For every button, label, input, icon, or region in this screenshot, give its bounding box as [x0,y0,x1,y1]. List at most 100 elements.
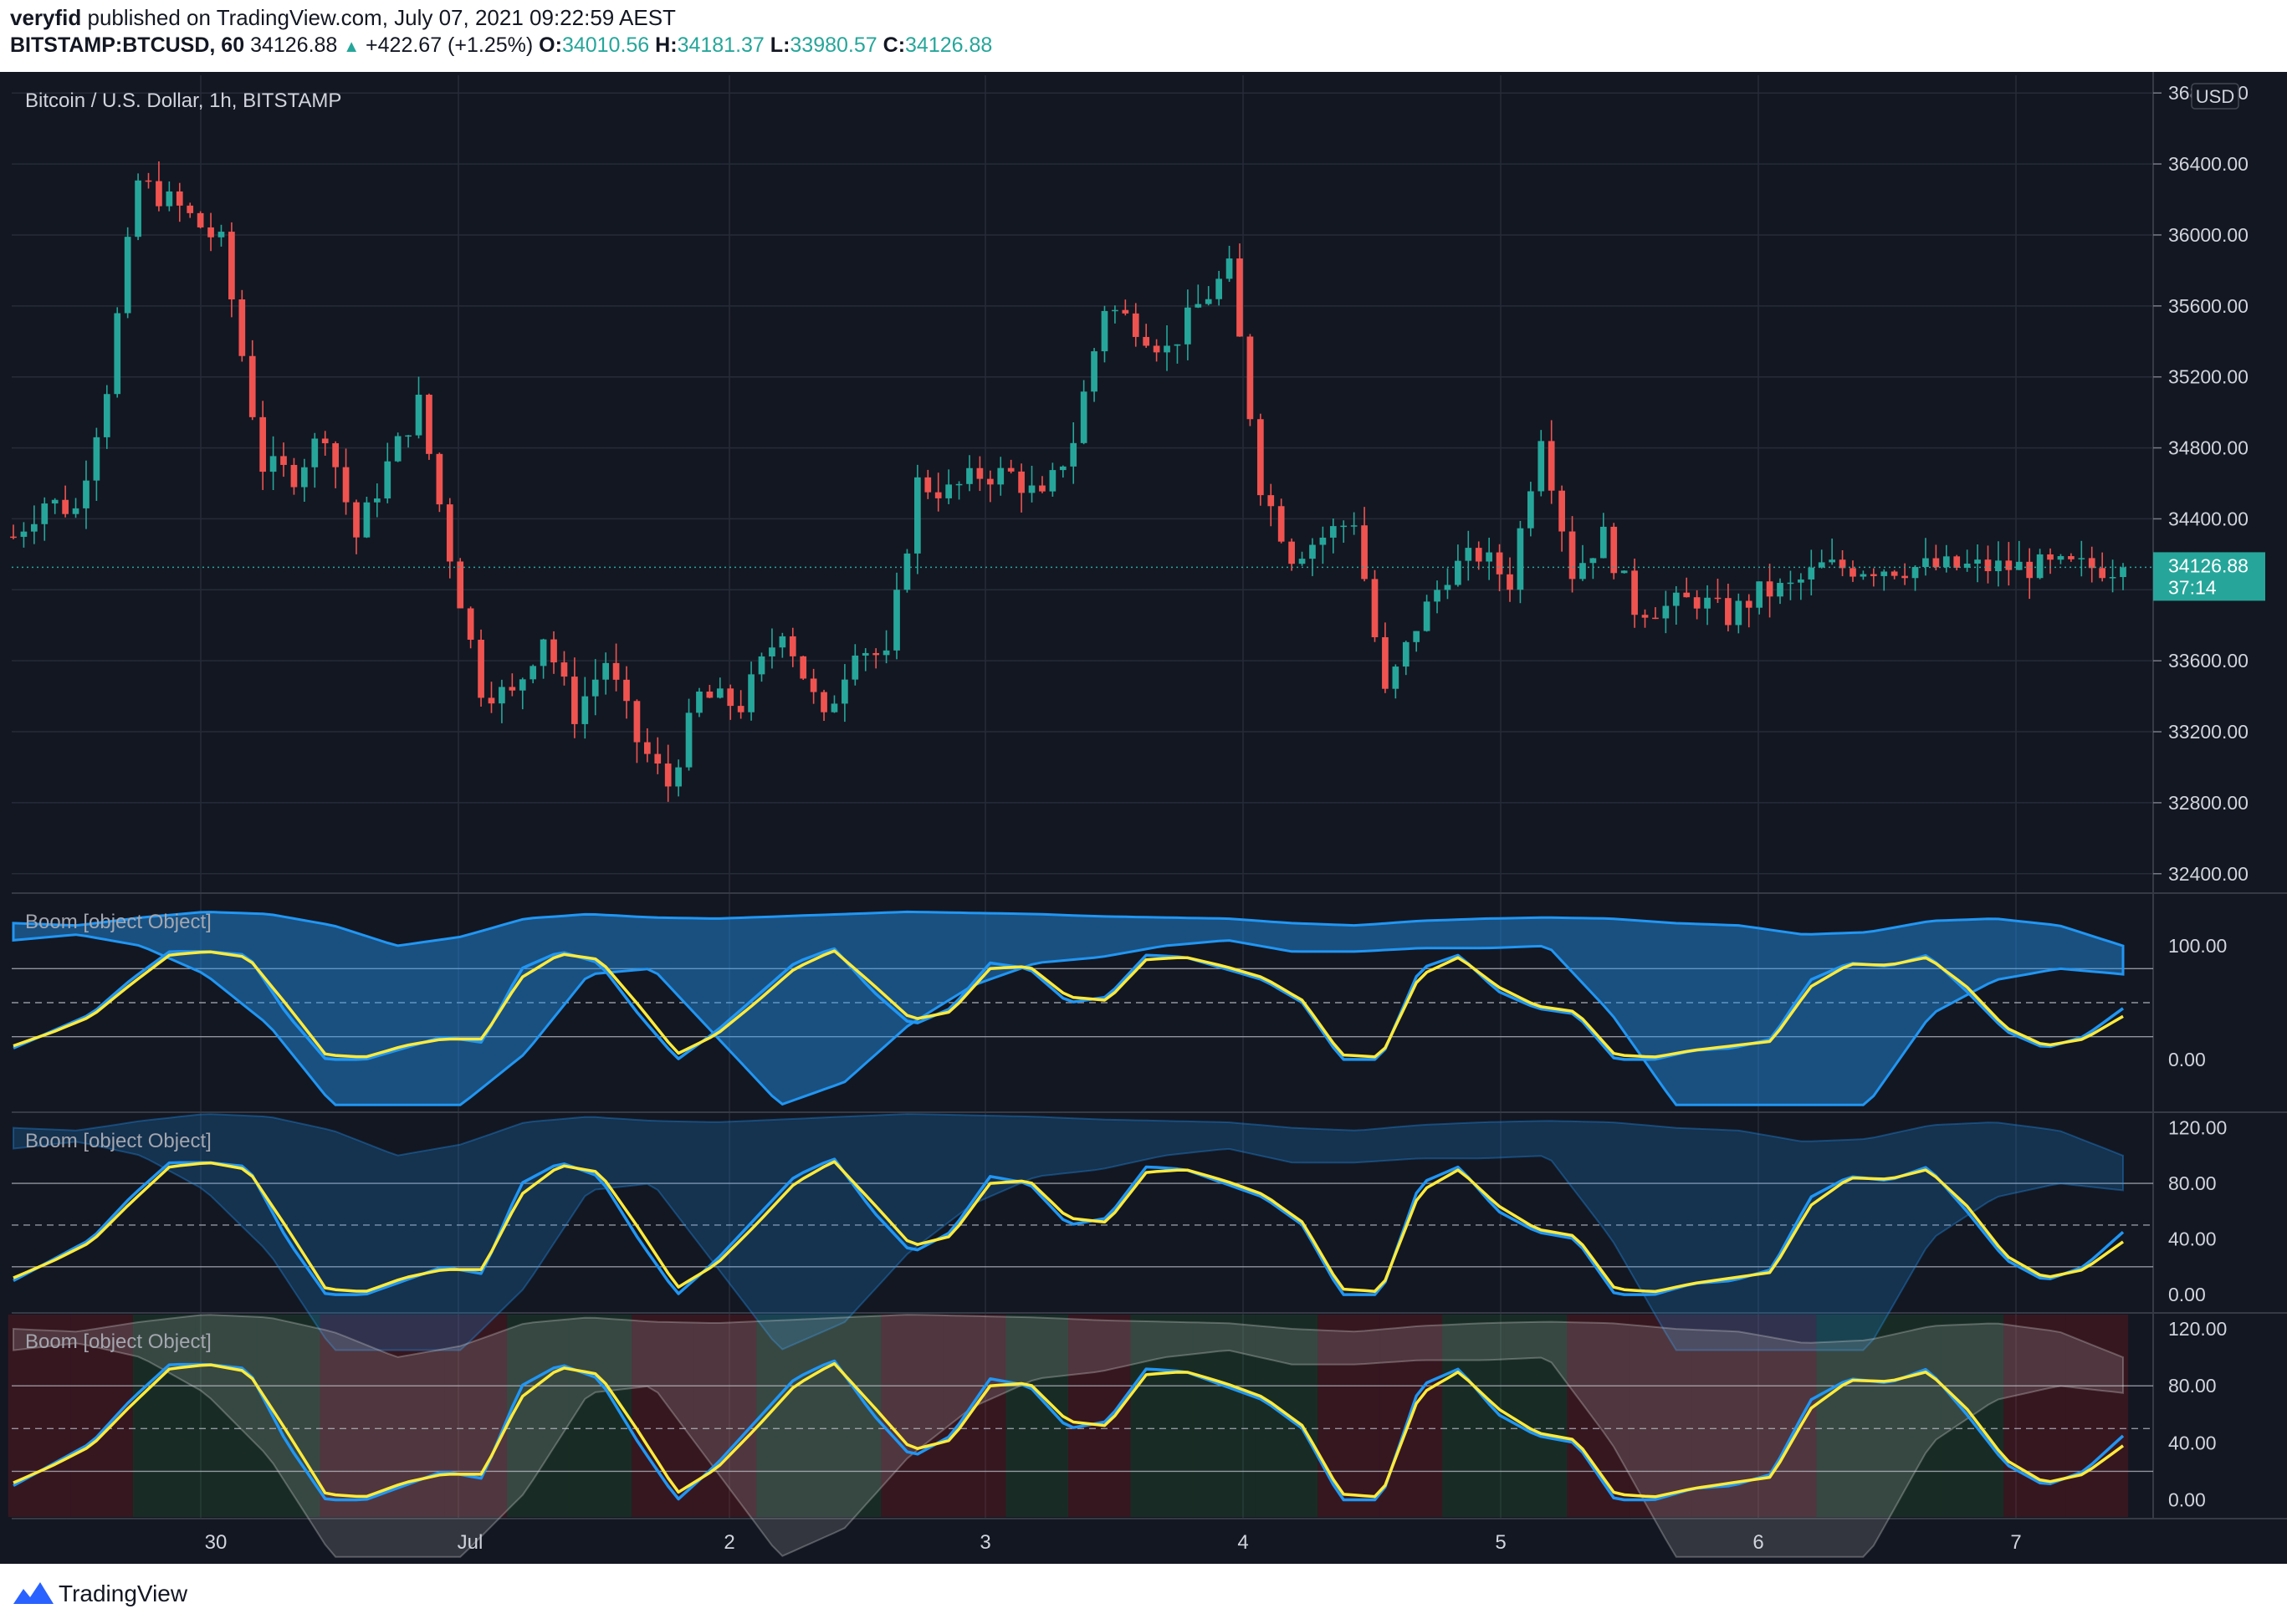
candle-body [197,212,204,227]
indicator-tick-label: 100.00 [2168,935,2227,957]
candle-body [1091,351,1097,392]
chart-header: veryfid published on TradingView.com, Ju… [0,0,2287,72]
indicator-tick-label: 80.00 [2168,1375,2217,1397]
candle-body [530,666,537,680]
indicator-tick-label: 0.00 [2168,1284,2206,1305]
candle-body [1911,567,1919,579]
published-text: published on TradingView.com, July 07, 2… [87,5,676,30]
low-value: 33980.57 [790,33,877,57]
candle-body [228,232,235,300]
chart-area[interactable]: 36800.0036400.0036000.0035600.0035200.00… [0,72,2287,1564]
candle-body [488,697,495,704]
candle-body [1652,617,1659,620]
candle-body [685,712,693,768]
candle-body [2015,561,2023,570]
candle-body [706,691,714,698]
candle-body [1080,391,1087,443]
open-value: 34010.56 [561,33,650,57]
candle-body [519,679,526,691]
candle-body [1777,583,1783,597]
candle-body [467,608,474,641]
candle-body [363,502,371,538]
close-value: 34126.88 [905,33,993,57]
publisher-name[interactable]: veryfid [10,5,81,30]
candle-body [176,191,183,206]
candle-body [1319,537,1327,545]
candle-body [591,679,599,697]
candle-body [248,355,256,417]
last-price: 34126.88 [250,33,338,57]
indicator-tick-label: 0.00 [2168,1489,2206,1511]
candle-body [384,461,391,499]
candle-body [426,394,432,454]
candle-body [1527,491,1534,529]
candle-body [2057,556,2064,560]
candle-body [2068,556,2075,559]
candle-body [30,523,38,532]
candle-body [2005,560,2013,570]
candle-body [769,647,775,656]
candle-body [2120,567,2126,578]
candle-body [1195,304,1202,308]
candle-body [1901,575,1908,579]
candle-body [2078,558,2085,559]
candle-body [1890,571,1898,576]
high-value: 34181.37 [677,33,765,57]
indicator-tick-label: 120.00 [2168,1117,2227,1139]
candle-body [1756,581,1763,608]
close-label: C: [883,33,906,57]
candle-body [976,467,984,479]
tradingview-brand[interactable]: TradingView [59,1581,187,1607]
time-tick-label: Jul [458,1531,483,1554]
candle-body [135,180,141,237]
ohlc-line: BITSTAMP:BTCUSD, 60 34126.88 ▲ +422.67 (… [10,33,992,58]
time-tick-label: 6 [1752,1531,1763,1554]
candle-body [1548,441,1555,491]
price-tick-label: 34400.00 [2168,508,2249,529]
price-change: +422.67 (+1.25%) [366,33,534,57]
candle-body [321,438,329,444]
candle-body [1246,336,1254,420]
candle-body [748,674,755,712]
candle-body [1599,526,1607,559]
candle-body [550,639,557,663]
candle-body [207,227,214,237]
high-label: H: [655,33,678,57]
price-tick-label: 35600.00 [2168,295,2249,317]
candle-body [20,531,28,537]
candle-body [810,678,817,692]
candle-body [1974,559,1981,564]
candle-body [986,478,994,485]
candle-body [2047,554,2054,560]
candle-body [51,499,59,504]
candle-body [301,467,308,488]
candle-body [997,467,1005,485]
candle-body [446,504,453,562]
candle-body [540,639,547,666]
candle-body [187,205,194,213]
candle-body [1434,590,1440,602]
candle-body [509,687,516,691]
candle-body [914,477,921,554]
candle-body [1465,548,1472,561]
candle-body [103,394,110,437]
candle-body [883,650,890,656]
candle-body [1392,666,1399,689]
candle-body [1662,605,1670,619]
candle-body [862,652,869,656]
candle-body [1475,548,1482,562]
currency-badge[interactable]: USD [2191,83,2239,110]
candle-body [872,652,880,656]
candle-body [1455,560,1461,585]
candle-body [1049,470,1057,492]
tradingview-logo-icon[interactable] [12,1579,55,1607]
price-tick-label: 36400.00 [2168,153,2249,175]
candle-body [1153,345,1160,353]
candle-body [290,464,298,488]
candle-body [259,416,267,472]
candle-body [1880,571,1888,576]
candle-body [72,508,79,514]
candle-body [571,677,578,724]
candle-body [2109,577,2116,579]
candle-body [1870,574,1877,576]
